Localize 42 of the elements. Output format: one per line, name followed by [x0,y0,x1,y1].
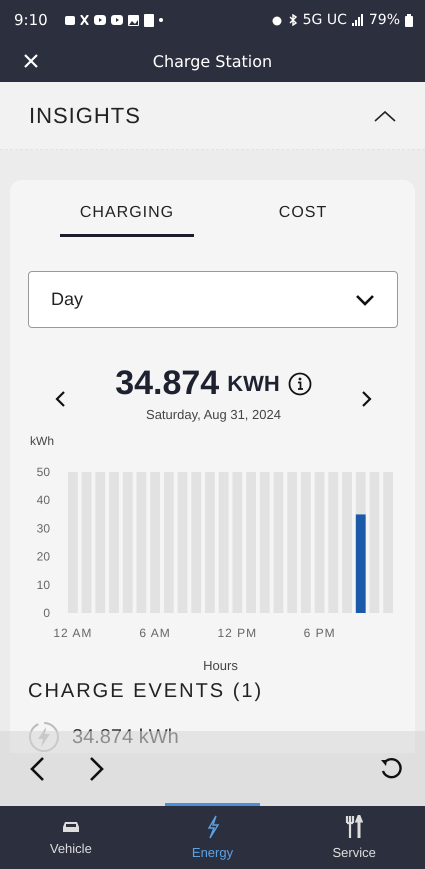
total-energy-value: 34.874 [115,364,220,403]
chevron-down-icon [355,294,375,306]
x-tick-label: 12 PM [218,626,258,640]
network-type: 5G UC [302,12,347,28]
x-tick-label: 6 PM [304,626,336,640]
period-dropdown[interactable]: Day [28,271,398,328]
y-tick-label: 30 [36,521,50,536]
y-tick-label: 10 [36,578,50,592]
play-icon [94,15,106,25]
y-tick-label: 50 [36,465,50,479]
y-tick-label: 40 [36,493,50,508]
nav-tab[interactable]: Service [283,806,425,869]
battery-icon [405,14,413,26]
y-axis-title: kWh [30,434,54,448]
car-icon [60,819,81,835]
nav-tab[interactable]: Vehicle [0,806,142,869]
info-icon[interactable] [288,372,312,396]
close-icon [23,53,39,69]
x-axis-title: Hours [203,658,238,673]
battery-percent: 79% [368,12,400,28]
date-label: Saturday, Aug 31, 2024 [146,407,281,422]
screen-title: Charge Station [152,52,274,70]
total-energy-unit: KWH [227,370,280,396]
y-tick-label: 20 [36,550,50,564]
dot-icon [158,18,163,22]
tab[interactable]: CHARGING [60,196,194,237]
y-tick-label: 0 [43,606,50,620]
bluetooth-icon [288,14,298,26]
x-tick-label: 6 AM [139,626,171,640]
x-icon [80,15,89,25]
nav-tab[interactable]: Energy [142,806,284,869]
status-time: 9:10 [14,11,48,29]
play-icon [110,15,123,25]
tools-icon [345,815,364,839]
section-title: INSIGHTS [29,102,142,128]
section-title: CHARGE EVENTS (1) [28,680,264,702]
image-icon [128,14,139,26]
signal-icon [352,14,364,26]
event-energy: 34.874 kWh [72,726,179,748]
x-tick-label: 12 AM [53,626,92,640]
charging-icon [28,721,60,753]
tab[interactable]: COST [236,196,370,237]
